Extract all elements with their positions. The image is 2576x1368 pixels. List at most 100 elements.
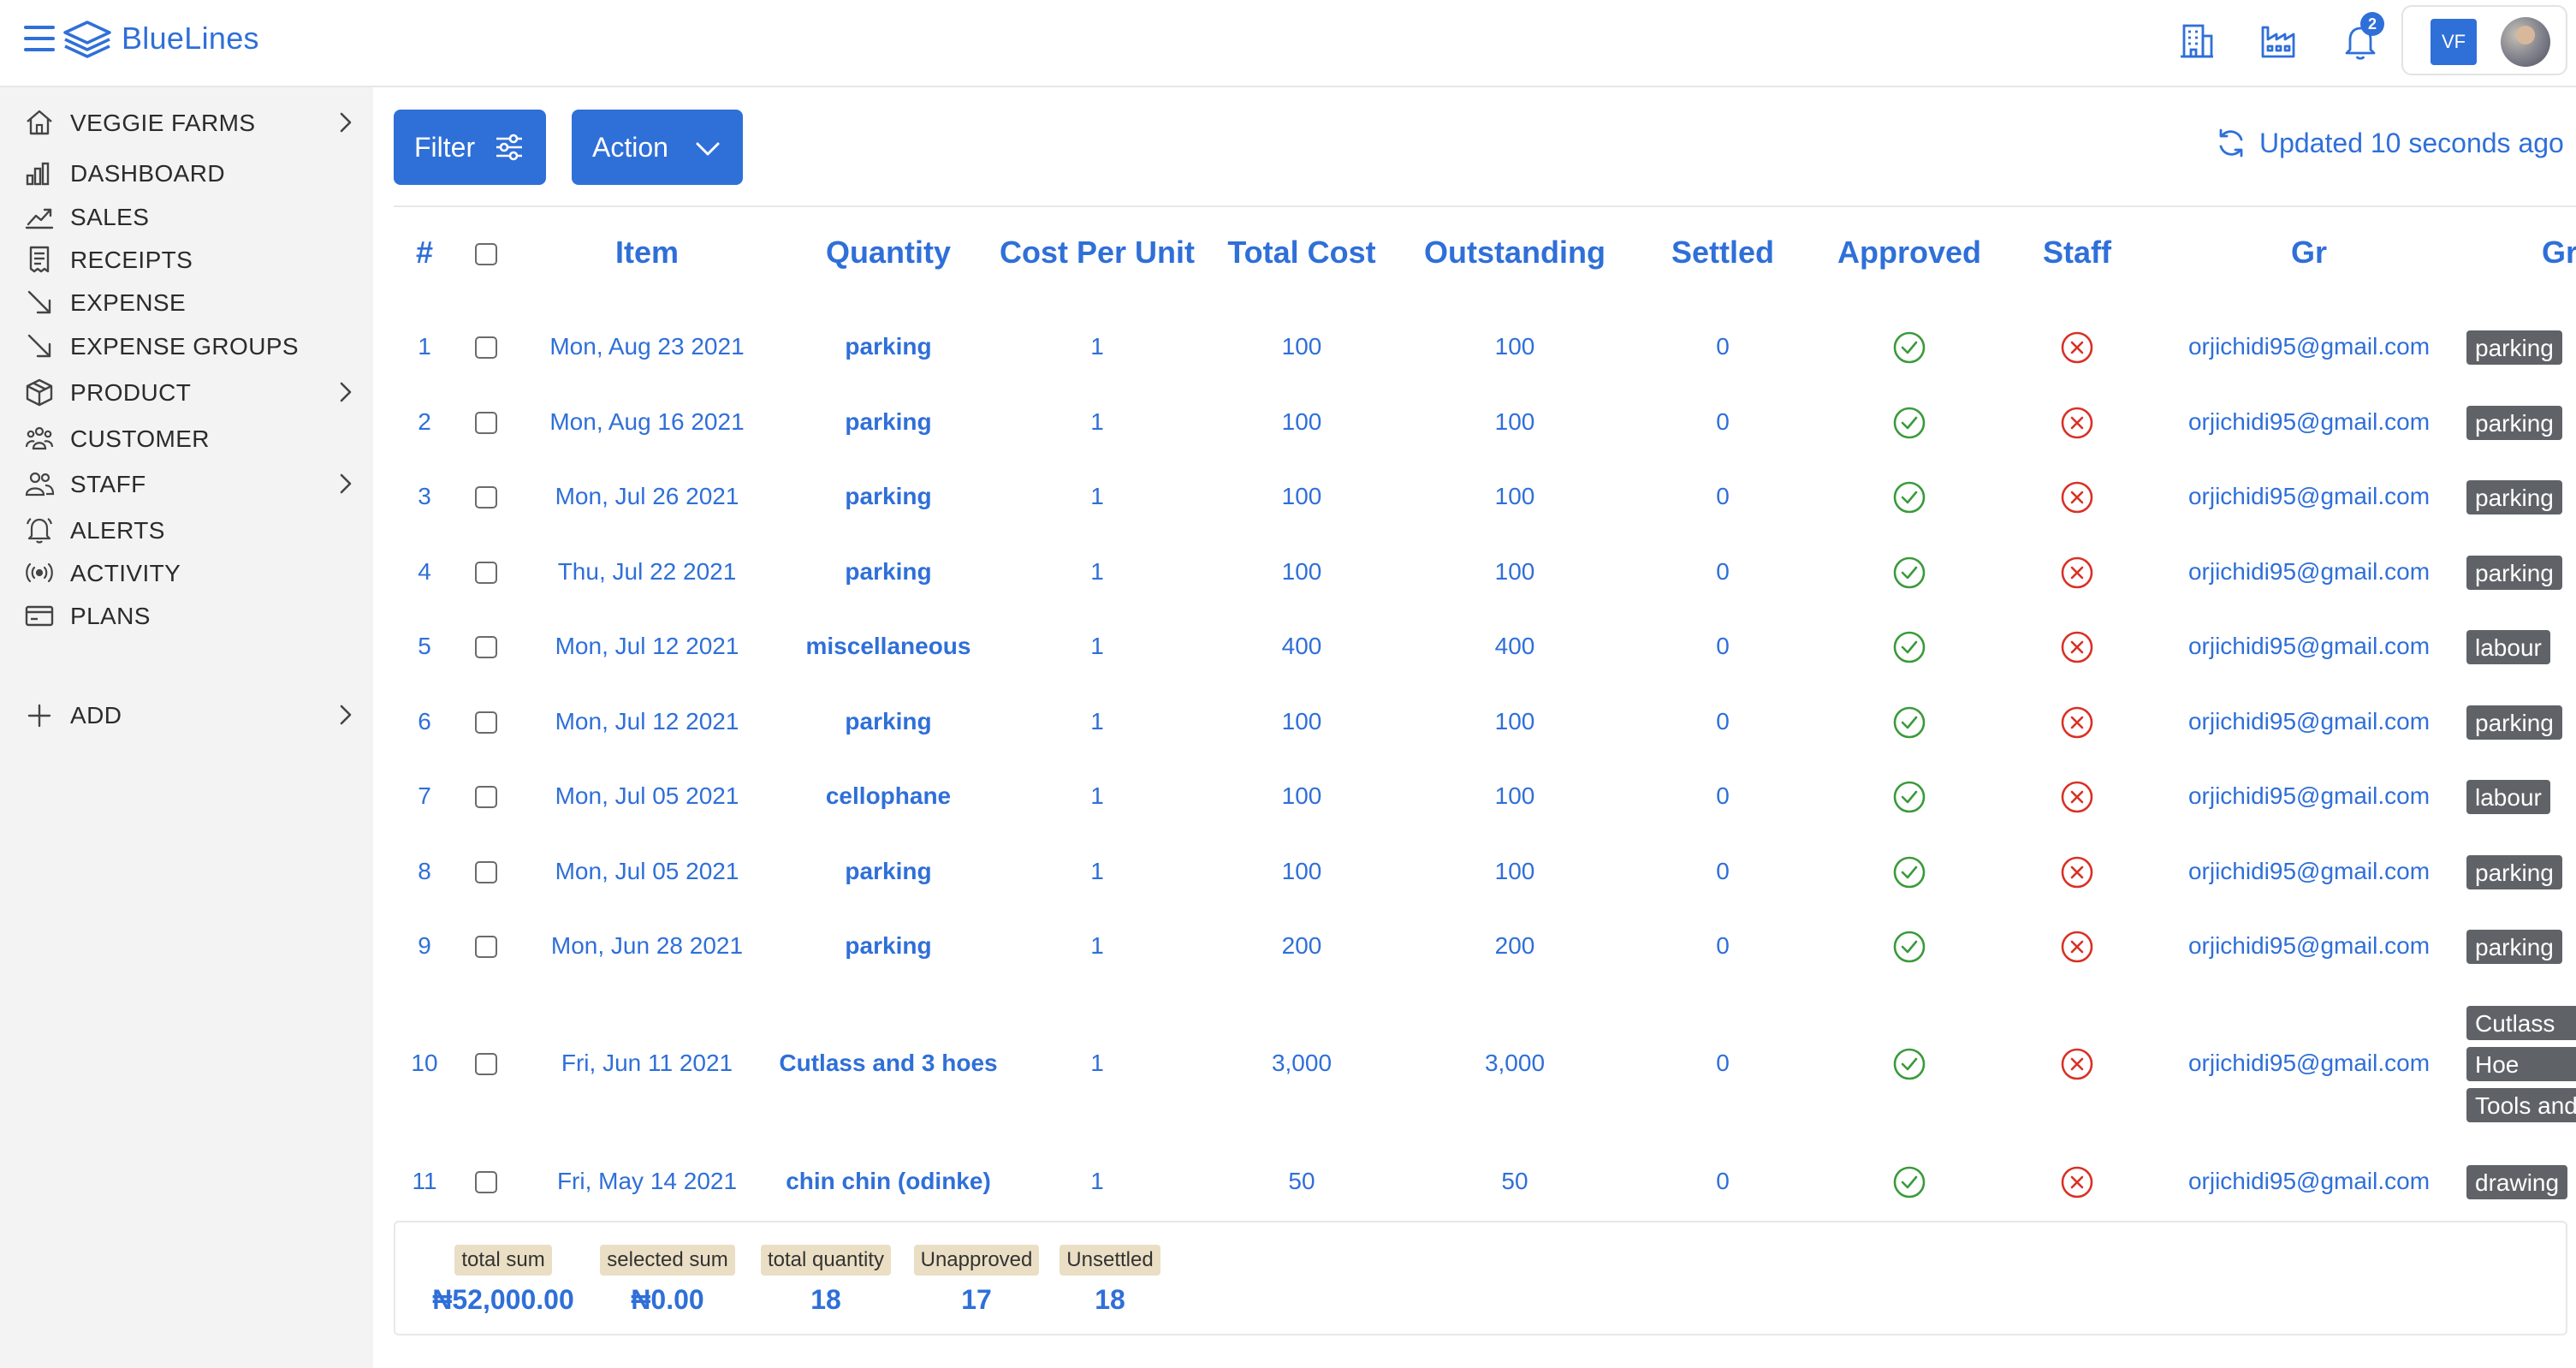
row-checkbox[interactable] (475, 562, 497, 584)
row-checkbox[interactable] (475, 861, 497, 883)
not-approved-x-icon[interactable] (2060, 930, 2094, 964)
factory-icon[interactable] (2256, 19, 2300, 63)
row-staff-email[interactable]: orjichidi95@gmail.com (2163, 1168, 2454, 1195)
row-outstanding: 0 (1716, 1050, 1730, 1076)
sliders-icon (496, 134, 522, 161)
row-checkbox[interactable] (475, 486, 497, 509)
sidebar-item-receipts[interactable]: RECEIPTS (0, 235, 373, 283)
brand-name[interactable]: BlueLines (122, 21, 259, 57)
row-staff-email[interactable]: orjichidi95@gmail.com (2163, 633, 2454, 660)
not-approved-x-icon[interactable] (2060, 705, 2094, 740)
sidebar-item-add[interactable]: ADD (0, 690, 373, 738)
row-checkbox[interactable] (475, 636, 497, 658)
not-approved-x-icon[interactable] (2060, 1047, 2094, 1081)
not-approved-x-icon[interactable] (2060, 1165, 2094, 1199)
refresh-status[interactable]: Updated 10 seconds ago (2215, 127, 2564, 159)
not-approved-x-icon[interactable] (2060, 406, 2094, 440)
row-checkbox[interactable] (475, 1171, 497, 1193)
settled-check-icon[interactable] (1892, 855, 1926, 889)
row-staff-email[interactable]: orjichidi95@gmail.com (2163, 708, 2454, 735)
sidebar-item-expense-groups[interactable]: EXPENSE GROUPS (0, 321, 373, 369)
row-staff-email[interactable]: orjichidi95@gmail.com (2163, 782, 2454, 810)
row-checkbox[interactable] (475, 711, 497, 734)
sidebar-item-activity[interactable]: ACTIVITY (0, 548, 373, 596)
group-tag[interactable]: Hoe (2466, 1047, 2576, 1081)
row-staff-email[interactable]: orjichidi95@gmail.com (2163, 858, 2454, 885)
row-checkbox[interactable] (475, 936, 497, 958)
settled-check-icon[interactable] (1892, 930, 1926, 964)
group-tag[interactable]: labour (2466, 780, 2550, 814)
sidebar-item-expense[interactable]: EXPENSE (0, 277, 373, 325)
refresh-icon[interactable] (2215, 127, 2247, 159)
group-tag[interactable]: parking (2466, 330, 2562, 365)
chevron-right-icon[interactable] (335, 379, 356, 405)
sidebar-item-label: DASHBOARD (70, 160, 225, 187)
row-checkbox[interactable] (475, 412, 497, 434)
settled-check-icon[interactable] (1892, 556, 1926, 590)
row-staff-email[interactable]: orjichidi95@gmail.com (2163, 408, 2454, 436)
chevron-right-icon[interactable] (335, 471, 356, 497)
group-tags: parking (2466, 930, 2562, 964)
trend-up-icon (24, 202, 55, 231)
row-staff-email[interactable]: orjichidi95@gmail.com (2163, 333, 2454, 360)
col-staff[interactable]: Gr (2181, 235, 2437, 271)
row-outstanding: 0 (1716, 483, 1730, 509)
not-approved-x-icon[interactable] (2060, 480, 2094, 514)
sidebar-item-veggie-farms[interactable]: VEGGIE FARMS (0, 98, 373, 146)
row-outstanding: 0 (1716, 558, 1730, 585)
group-tag[interactable]: Tools and (2466, 1088, 2576, 1122)
chevron-right-icon[interactable] (335, 702, 356, 728)
settled-check-icon[interactable] (1892, 705, 1926, 740)
group-tag[interactable]: drawing (2466, 1165, 2568, 1199)
sidebar-item-customer[interactable]: CUSTOMER (0, 413, 373, 461)
arrow-down-right-icon (24, 331, 55, 360)
group-tag[interactable]: Cutlass (2466, 1006, 2576, 1040)
action-button[interactable]: Action (572, 110, 743, 185)
settled-check-icon[interactable] (1892, 630, 1926, 664)
sidebar-item-dashboard[interactable]: DASHBOARD (0, 148, 373, 196)
group-tag[interactable]: parking (2466, 480, 2562, 514)
not-approved-x-icon[interactable] (2060, 330, 2094, 365)
sidebar-item-product[interactable]: PRODUCT (0, 367, 373, 415)
settled-check-icon[interactable] (1892, 480, 1926, 514)
sidebar-item-alerts[interactable]: ALERTS (0, 505, 373, 553)
group-tag[interactable]: parking (2466, 406, 2562, 440)
group-tag[interactable]: parking (2466, 855, 2562, 889)
select-all-checkbox[interactable] (475, 243, 497, 265)
sidebar: VEGGIE FARMS DASHBOARD SALES RECEIPTS EXPENS… (0, 87, 373, 1368)
building-icon[interactable] (2174, 19, 2218, 63)
menu-icon[interactable] (24, 26, 55, 55)
sidebar-item-sales[interactable]: SALES (0, 192, 373, 240)
row-checkbox[interactable] (475, 786, 497, 808)
sidebar-item-staff[interactable]: STAFF (0, 459, 373, 507)
box-icon (24, 378, 55, 407)
group-tag[interactable]: parking (2466, 556, 2562, 590)
not-approved-x-icon[interactable] (2060, 855, 2094, 889)
user-menu[interactable]: VF (2401, 5, 2567, 75)
row-staff-email[interactable]: orjichidi95@gmail.com (2163, 558, 2454, 586)
not-approved-x-icon[interactable] (2060, 556, 2094, 590)
settled-check-icon[interactable] (1892, 1165, 1926, 1199)
row-checkbox[interactable] (475, 1053, 497, 1075)
settled-check-icon[interactable] (1892, 330, 1926, 365)
sidebar-item-plans[interactable]: PLANS (0, 591, 373, 639)
col-group[interactable]: Gr (2542, 235, 2576, 271)
settled-check-icon[interactable] (1892, 1047, 1926, 1081)
col-approved[interactable]: Staff (1949, 235, 2205, 271)
not-approved-x-icon[interactable] (2060, 630, 2094, 664)
filter-button[interactable]: Filter (394, 110, 546, 185)
row-checkbox[interactable] (475, 336, 497, 359)
row-staff-email[interactable]: orjichidi95@gmail.com (2163, 932, 2454, 960)
group-tag[interactable]: labour (2466, 630, 2550, 664)
group-tag[interactable]: parking (2466, 930, 2562, 964)
settled-check-icon[interactable] (1892, 406, 1926, 440)
col-date[interactable]: Item (519, 235, 775, 271)
row-staff-email[interactable]: orjichidi95@gmail.com (2163, 1050, 2454, 1077)
not-approved-x-icon[interactable] (2060, 780, 2094, 814)
group-tag[interactable]: parking (2466, 705, 2562, 740)
group-tags: parking (2466, 406, 2562, 440)
settled-check-icon[interactable] (1892, 780, 1926, 814)
chevron-right-icon[interactable] (335, 110, 356, 135)
people-icon (24, 424, 55, 453)
row-staff-email[interactable]: orjichidi95@gmail.com (2163, 483, 2454, 510)
